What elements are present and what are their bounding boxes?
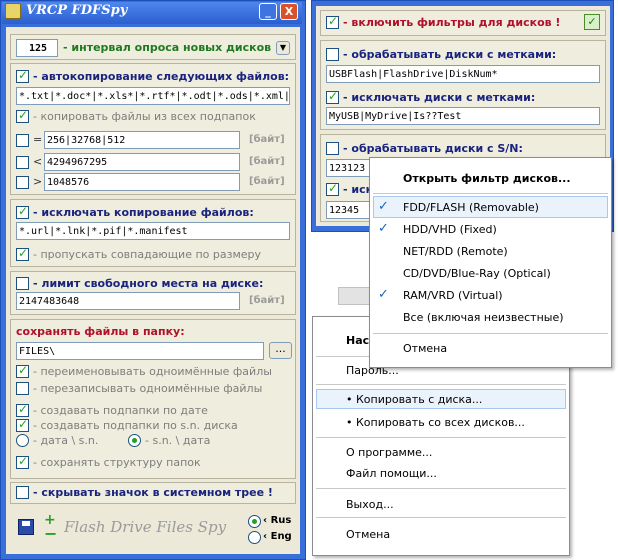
window-title: VRCP FDFSpy [26,3,128,18]
order-sn-date-radio[interactable] [128,434,141,447]
submenu-fdd-flash[interactable]: FDD/FLASH (Removable) [403,201,539,214]
keep-tree-checkbox[interactable] [16,454,29,469]
submenu-all[interactable]: Все (включая неизвестные) [403,311,564,324]
size-greater-checkbox[interactable] [16,176,29,189]
size-less-unit: [байт] [249,156,285,167]
lang-en-label: ‹ Eng [263,531,292,542]
menu-settings[interactable]: Нас [346,334,369,347]
lang-en-radio[interactable] [248,531,261,544]
exclude-mask-input[interactable]: *.url|*.lnk|*.pif|*.manifest [16,222,290,240]
submenu-net-rdd[interactable]: NET/RDD (Remote) [403,245,508,258]
check-icon: ✓ [378,199,389,214]
labels-exclude-input[interactable]: MyUSB|MyDrive|Is??Test [326,107,600,125]
menu-separator [316,488,566,489]
filter-submenu [369,157,612,368]
labels-process-label: - обрабатывать диски с метками: [343,48,557,61]
limit-unit: [байт] [249,295,285,306]
check-icon: ✓ [378,287,389,302]
overwrite-same-label: - перезаписывать одноимённые файлы [33,382,263,395]
subfolders-date-checkbox[interactable] [16,402,29,417]
autocopy-checkbox[interactable] [16,68,29,83]
size-equal-unit: [байт] [249,134,285,145]
menu-shadow-item [338,287,370,305]
exclude-label: - исключать копирование файлов: [33,206,254,219]
copy-subfolders-checkbox[interactable] [16,108,29,123]
order-date-sn-label: - дата \ s.n. [33,434,99,447]
lang-en-text: Eng [270,531,292,542]
autocopy-mask-input[interactable]: *.txt|*.doc*|*.xls*|*.rtf*|*.odt|*.ods|*… [16,87,290,105]
size-less-symbol: < [33,155,43,168]
size-less-input[interactable]: 4294967295 [44,153,240,171]
menu-copy-from-disk[interactable]: • Копировать с диска... [346,393,482,406]
menu-about[interactable]: О программе... [346,446,432,459]
rename-same-label: - переименовывать одноимённые файлы [33,365,272,378]
hide-tray-checkbox[interactable] [16,486,29,499]
size-equal-symbol: = [33,133,43,146]
limit-input[interactable]: 2147483648 [16,292,240,310]
size-equal-checkbox[interactable] [16,134,29,147]
submenu-ram-vrd[interactable]: RAM/VRD (Virtual) [403,289,503,302]
menu-copy-all-disks[interactable]: • Копировать со всех дисков... [346,416,525,429]
size-greater-input[interactable]: 1048576 [44,173,240,191]
save-icon[interactable] [18,519,34,535]
filter-enable-label: - включить фильтры для дисков ! [343,16,561,29]
menu-separator [316,384,566,385]
copy-subfolders-label: - копировать файлы из всех подпапок [33,110,256,123]
overwrite-same-checkbox[interactable] [16,382,29,395]
lang-ru-text: Rus [270,515,292,526]
sn-process-label: - обрабатывать диски с S/N: [343,142,523,155]
subfolders-sn-label: - создавать подпапки по s.n. диска [33,419,238,432]
submenu-separator [373,193,608,194]
exclude-checkbox[interactable] [16,204,29,219]
skip-same-size-label: - пропускать совпадающие по размеру [33,248,262,261]
filter-apply-icon[interactable]: ✓ [584,14,600,30]
menu-separator [316,437,566,438]
submenu-cancel[interactable]: Отмена [403,342,447,355]
app-logo-text: Flash Drive Files Spy [64,518,227,536]
size-less-checkbox[interactable] [16,156,29,169]
order-sn-date-label: - s.n. \ дата [145,434,211,447]
filter-enable-checkbox[interactable] [326,14,339,29]
hide-tray-label: - скрывать значок в системном трее ! [33,486,273,499]
lang-ru-radio[interactable] [248,515,261,528]
size-greater-symbol: > [33,175,43,188]
keep-tree-label: - сохранять структуру папок [33,456,201,469]
submenu-hdd-vhd[interactable]: HDD/VHD (Fixed) [403,223,497,236]
autocopy-label: - автокопирование следующих файлов: [33,70,290,83]
labels-exclude-label: - исключать диски с метками: [343,91,536,104]
limit-checkbox[interactable] [16,277,29,290]
submenu-separator [373,333,608,334]
order-date-sn-radio[interactable] [16,434,29,447]
sn-process-checkbox[interactable] [326,142,339,155]
submenu-open-filter[interactable]: Открыть фильтр дисков... [403,172,571,185]
menu-help[interactable]: Файл помощи... [346,467,437,480]
labels-process-checkbox[interactable] [326,48,339,61]
size-greater-unit: [байт] [249,176,285,187]
menu-cancel[interactable]: Отмена [346,528,390,541]
labels-process-input[interactable]: USBFlash|FlashDrive|DiskNum* [326,65,600,83]
subfolders-date-label: - создавать подпапки по дате [33,404,208,417]
menu-separator [316,517,566,518]
interval-input[interactable]: 125 [16,39,58,57]
save-to-label: сохранять файлы в папку: [16,325,185,338]
app-icon [5,3,21,19]
interval-dropdown-button[interactable]: ▼ [276,41,290,55]
minus-icon[interactable]: − [44,526,57,542]
close-button[interactable]: X [280,3,298,20]
labels-exclude-checkbox[interactable] [326,89,339,104]
lang-ru-label: ‹ Rus [263,515,292,526]
rename-same-checkbox[interactable] [16,363,29,378]
subfolders-sn-checkbox[interactable] [16,417,29,432]
browse-folder-button[interactable]: ... [269,342,292,359]
save-folder-input[interactable]: FILES\ [16,342,264,360]
interval-label: - интервал опроса новых дисков [63,41,272,54]
size-equal-input[interactable]: 256|32768|512 [44,131,240,149]
check-icon: ✓ [378,221,389,236]
minimize-button[interactable]: _ [259,3,277,20]
menu-exit[interactable]: Выход... [346,498,394,511]
limit-label: - лимит свободного места на диске: [33,277,264,290]
submenu-cd-dvd[interactable]: CD/DVD/Blue-Ray (Optical) [403,267,551,280]
skip-same-size-checkbox[interactable] [16,246,29,261]
sn-exclude-checkbox[interactable] [326,181,339,196]
